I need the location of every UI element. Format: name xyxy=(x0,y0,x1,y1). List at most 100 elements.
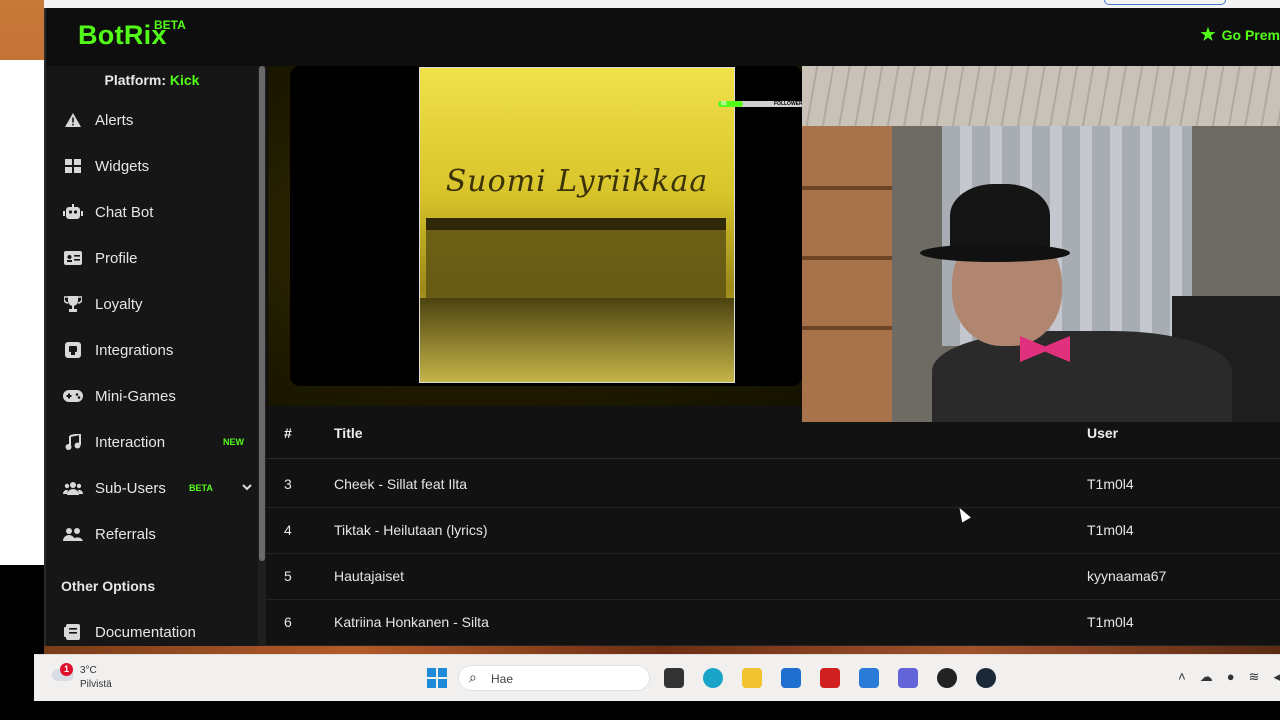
wifi-icon[interactable]: ≋ xyxy=(1249,669,1260,685)
app-l-icon[interactable] xyxy=(820,668,840,688)
music-note-icon xyxy=(62,434,84,450)
onedrive-icon[interactable]: ☁ xyxy=(1200,669,1213,685)
table-row[interactable]: 6 Katriina Honkanen - Silta T1m0l4 xyxy=(266,599,1280,646)
sidebar-item-label: Profile xyxy=(95,249,138,267)
top-header: BotRix BETA ★ Go Prem xyxy=(46,8,1280,66)
other-options-heading: Other Options xyxy=(61,578,156,594)
video-player[interactable]: Suomi Lyriikkaa xyxy=(290,66,802,386)
sidebar-item-label: Alerts xyxy=(95,111,134,129)
row-number: 4 xyxy=(284,522,292,538)
temperature-label: 3°C xyxy=(80,665,97,676)
sidebar-item-chat-bot[interactable]: Chat Bot xyxy=(62,194,252,230)
outlook-icon[interactable] xyxy=(859,668,879,688)
notification-badge: 1 xyxy=(60,663,73,676)
sidebar-item-label: Mini-Games xyxy=(95,387,176,405)
go-premium-button[interactable]: ★ Go Prem xyxy=(1200,26,1280,43)
microphone-icon[interactable]: ● xyxy=(1227,669,1235,685)
platform-indicator: Platform: Kick xyxy=(46,72,258,88)
cover-street xyxy=(420,298,734,382)
followers-current: 95 xyxy=(721,101,727,107)
row-title: Cheek - Sillat feat Ilta xyxy=(334,476,468,492)
webcam-hat-brim xyxy=(920,244,1070,262)
sidebar-item-loyalty[interactable]: Loyalty xyxy=(62,286,252,322)
sidebar-item-documentation[interactable]: Documentation xyxy=(62,614,252,650)
table-row[interactable]: 3 Cheek - Sillat feat Ilta T1m0l4 xyxy=(266,461,1280,508)
sidebar-item-label: Interaction xyxy=(95,433,166,451)
sidebar-item-mini-games[interactable]: Mini-Games xyxy=(62,378,252,414)
cover-building xyxy=(426,218,726,298)
weather-text: Pilvistä xyxy=(80,679,112,690)
taskbar-search[interactable]: ⌕ Hae xyxy=(458,665,650,691)
obs-icon[interactable] xyxy=(937,668,957,688)
volume-icon[interactable]: ◂ xyxy=(1273,669,1280,685)
edge-browser-icon[interactable] xyxy=(703,668,723,688)
table-row[interactable]: 5 Hautajaiset kyynaama67 xyxy=(266,553,1280,600)
sidebar-item-label: Widgets xyxy=(95,157,150,175)
album-cover: Suomi Lyriikkaa xyxy=(419,67,735,383)
background-window xyxy=(0,60,44,565)
chevron-down-icon[interactable] xyxy=(242,482,252,494)
row-title: Tiktak - Heilutaan (lyrics) xyxy=(334,522,488,538)
column-header-title: Title xyxy=(334,425,363,441)
beta-badge: BETA xyxy=(189,483,213,493)
plug-icon xyxy=(62,342,84,358)
windows-taskbar: 1 3°C Pilvistä ⌕ Hae ˄ ☁ ● ≋ ◂ xyxy=(34,654,1280,701)
steam-icon[interactable] xyxy=(976,668,996,688)
botrix-dashboard: BotRix BETA ★ Go Prem Platform: Kick Ale… xyxy=(44,8,1280,650)
desktop-dark-area xyxy=(0,565,44,655)
row-number: 5 xyxy=(284,568,292,584)
sidebar-item-label: Chat Bot xyxy=(95,203,154,221)
sidebar-item-label: Integrations xyxy=(95,341,174,359)
sidebar-item-label: Loyalty xyxy=(95,295,143,313)
desktop-wallpaper-strip xyxy=(44,646,1280,654)
star-icon: ★ xyxy=(1200,25,1216,44)
task-view-icon[interactable] xyxy=(664,668,684,688)
teams-icon[interactable] xyxy=(898,668,918,688)
sidebar-item-label: Sub-Users xyxy=(95,479,166,497)
widgets-grid-icon xyxy=(62,159,84,173)
sidebar-item-widgets[interactable]: Widgets xyxy=(62,148,252,184)
platform-value: Kick xyxy=(169,72,200,88)
go-premium-label: Go Prem xyxy=(1221,26,1280,43)
sidebar-item-interaction[interactable]: Interaction NEW xyxy=(62,424,252,460)
webcam-person-body xyxy=(932,331,1232,422)
sidebar: Platform: Kick Alerts Widgets Chat Bot P… xyxy=(46,66,258,650)
scrollbar-thumb[interactable] xyxy=(259,66,265,561)
search-placeholder: Hae xyxy=(491,672,514,686)
table-row[interactable]: 4 Tiktak - Heilutaan (lyrics) T1m0l4 xyxy=(266,507,1280,554)
sidebar-scrollbar[interactable] xyxy=(258,66,266,650)
new-badge: NEW xyxy=(223,437,244,447)
sidebar-item-integrations[interactable]: Integrations xyxy=(62,332,252,368)
users-icon xyxy=(62,481,84,495)
platform-label: Platform: xyxy=(104,72,166,88)
robot-icon xyxy=(62,204,84,220)
row-title: Hautajaiset xyxy=(334,568,405,584)
logo-beta-badge: BETA xyxy=(154,18,186,32)
webcam-ceiling xyxy=(802,66,1280,126)
gamepad-icon xyxy=(62,390,84,402)
trophy-icon xyxy=(62,296,84,312)
sidebar-item-label: Documentation xyxy=(95,623,196,641)
row-number: 6 xyxy=(284,614,292,630)
row-title: Katriina Honkanen - Silta xyxy=(334,614,489,630)
sidebar-item-label: Referrals xyxy=(95,525,156,543)
user-group-icon xyxy=(62,527,84,541)
row-number: 3 xyxy=(284,476,292,492)
cover-roof xyxy=(426,218,726,230)
sidebar-item-referrals[interactable]: Referrals xyxy=(62,516,252,552)
row-user: T1m0l4 xyxy=(1087,614,1134,630)
webcam-shelf xyxy=(802,126,892,422)
sidebar-item-sub-users[interactable]: Sub-Users BETA xyxy=(62,470,252,506)
file-explorer-icon[interactable] xyxy=(742,668,762,688)
row-user: T1m0l4 xyxy=(1087,476,1134,492)
sidebar-item-alerts[interactable]: Alerts xyxy=(62,102,252,138)
address-bar-edge[interactable] xyxy=(1104,0,1226,5)
sidebar-item-profile[interactable]: Profile xyxy=(62,240,252,276)
main-content: Suomi Lyriikkaa 95 FOLLOWERS 250 # Title… xyxy=(266,66,1280,650)
start-button-icon[interactable] xyxy=(427,668,447,688)
store-icon[interactable] xyxy=(781,668,801,688)
song-player-frame: Suomi Lyriikkaa 95 FOLLOWERS 250 xyxy=(268,66,868,406)
webcam-overlay xyxy=(802,66,1280,422)
system-tray: ˄ ☁ ● ≋ ◂ xyxy=(1178,669,1280,685)
chevron-up-icon[interactable]: ˄ xyxy=(1178,669,1186,685)
